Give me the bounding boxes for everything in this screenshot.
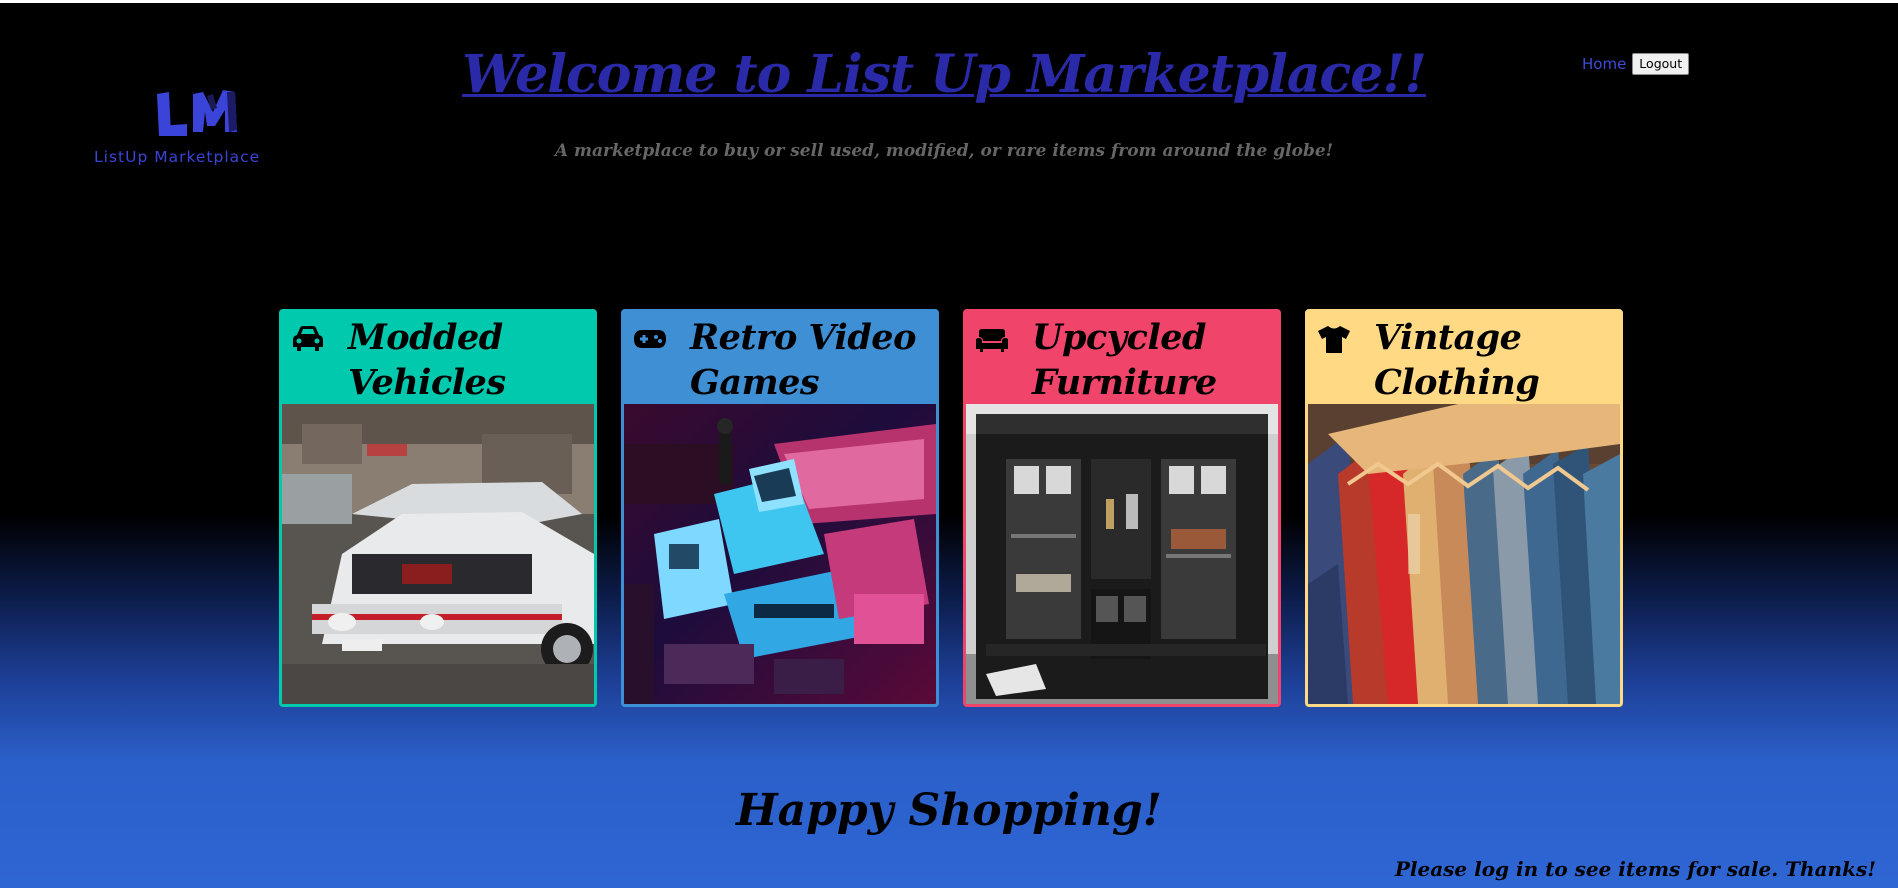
page-title[interactable]: Welcome to List Up Marketplace!! <box>440 44 1448 105</box>
logo-text: ListUp Marketplace <box>94 148 261 166</box>
card-title[interactable]: Upcycled Furniture <box>1032 315 1272 405</box>
card-header: Modded Vehicles <box>282 312 594 404</box>
top-nav: Home Logout <box>1582 53 1690 75</box>
tshirt-icon <box>1318 326 1350 353</box>
happy-shopping-text: Happy Shopping! <box>736 785 1162 836</box>
gamepad-icon <box>634 330 666 348</box>
car-icon <box>293 326 323 351</box>
logo-mark-icon <box>157 90 237 136</box>
card-title[interactable]: Retro Video Games <box>690 315 930 405</box>
card-title[interactable]: Modded Vehicles <box>348 315 588 405</box>
category-image[interactable] <box>624 404 936 704</box>
category-image[interactable] <box>966 404 1278 704</box>
home-link[interactable]: Home <box>1582 55 1626 73</box>
page-subtitle: A marketplace to buy or sell used, modif… <box>554 141 1334 161</box>
category-image[interactable] <box>282 404 594 704</box>
card-header: Upcycled Furniture <box>966 312 1278 404</box>
login-note: Please log in to see items for sale. Tha… <box>1394 857 1876 881</box>
category-card-vintage-clothing[interactable]: Vintage Clothing <box>1305 309 1623 707</box>
category-card-retro-video-games[interactable]: Retro Video Games <box>621 309 939 707</box>
category-image[interactable] <box>1308 404 1620 704</box>
logout-button[interactable]: Logout <box>1632 53 1690 75</box>
top-border <box>0 0 1898 3</box>
site-logo[interactable]: ListUp Marketplace <box>92 86 302 176</box>
card-title[interactable]: Vintage Clothing <box>1374 315 1614 405</box>
category-card-modded-vehicles[interactable]: Modded Vehicles <box>279 309 597 707</box>
couch-icon <box>976 329 1008 352</box>
card-header: Vintage Clothing <box>1308 312 1620 404</box>
category-card-upcycled-furniture[interactable]: Upcycled Furniture <box>963 309 1281 707</box>
card-header: Retro Video Games <box>624 312 936 404</box>
